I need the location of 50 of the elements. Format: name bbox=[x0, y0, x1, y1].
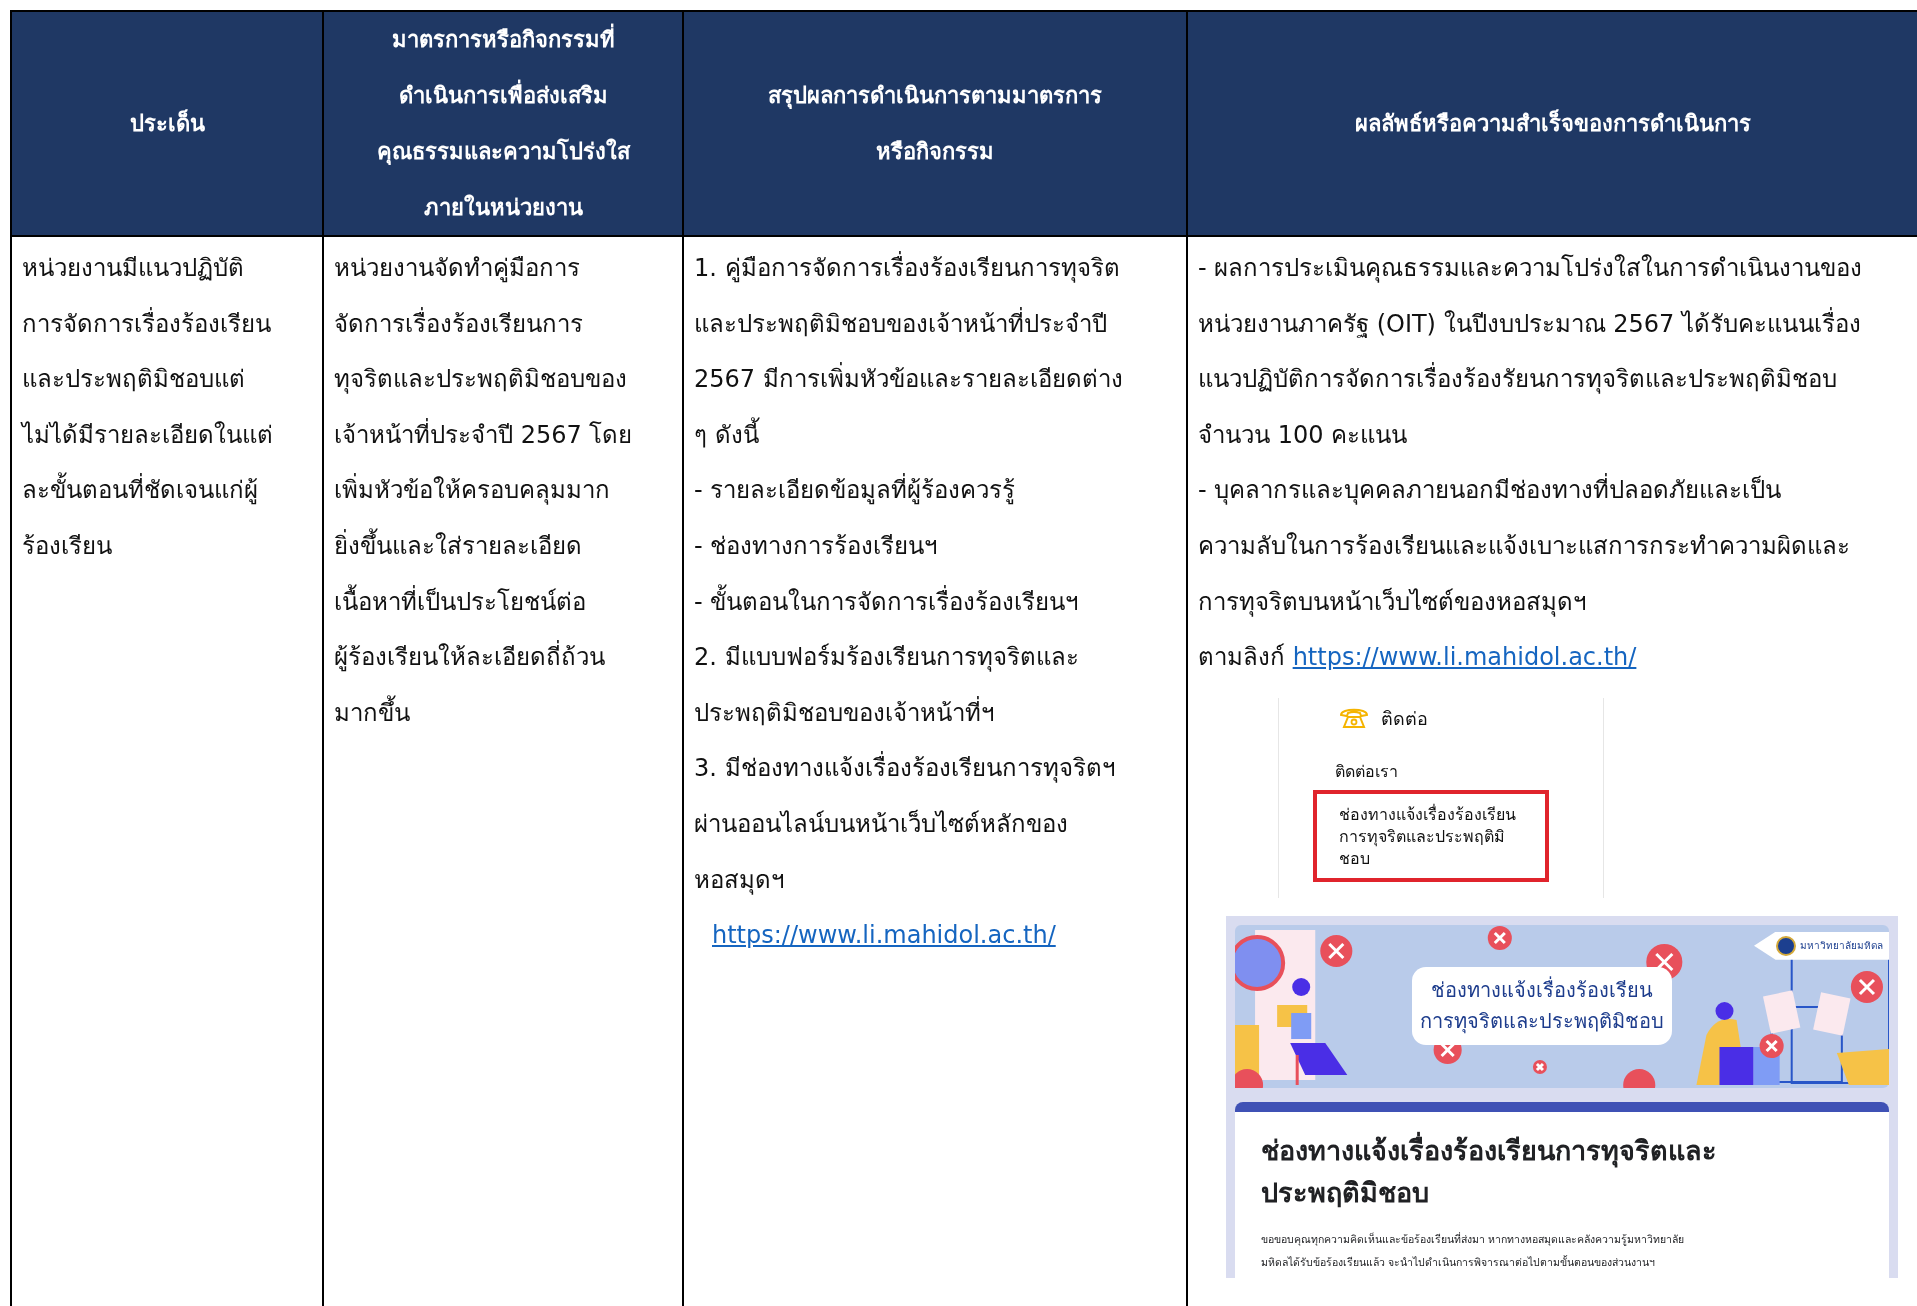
phone-icon bbox=[1339, 706, 1369, 731]
text-line: หน่วยงานจัดทำคู่มือการ bbox=[334, 253, 580, 285]
link[interactable]: https://www.li.mahidol.ac.th/ bbox=[712, 921, 1056, 950]
form-description: ขอขอบคุณทุกความคิดเห็นและข้อร้องเรียนที่ส่งมา หากทางหอสมุดและคลังความรู้มหาวิทยาลัย มหิดลได้รับข้อร้องเรียนแล้ว จะนำไปดำเนินการพิจารณาต่อไปตามขั้นตอนของส่วนงานฯ bbox=[1261, 1231, 1686, 1270]
text-line: การทุจริตบนหน้าเว็บไซต์ของหอสมุดฯ bbox=[1198, 586, 1586, 619]
text-line: ร้องเรียน bbox=[22, 530, 112, 562]
complaint-channel-link[interactable]: ช่องทางแจ้งเรื่องร้องเรียน การทุจริตและประพฤติมิ ชอบ bbox=[1313, 789, 1549, 882]
text-line: เจ้าหน้าที่ประจำปี 2567 โดย bbox=[334, 417, 633, 451]
text-line: - ช่องทางการร้องเรียนฯ bbox=[694, 530, 938, 562]
text-line: - บุคลากรและบุคคลภายนอกมีช่องทางที่ปลอดภัยและเป็น bbox=[1198, 463, 1782, 519]
text-line: ๆ ดังนี้ bbox=[694, 407, 759, 464]
text-line: มากขึ้น bbox=[334, 685, 410, 742]
contact-subheading: ติดต่อเรา bbox=[1334, 760, 1399, 783]
text-line: จำนวน 100 คะแนน bbox=[1198, 419, 1408, 451]
header-cell: สรุปผลการดำเนินการตามมาตรการ หรือกิจกรรม bbox=[684, 12, 1188, 237]
contact-heading: ติดต่อ bbox=[1381, 706, 1428, 731]
banner-title-card: ช่องทางแจ้งเรื่องร้องเรียน การทุจริตและประพฤติมิชอบ bbox=[1412, 967, 1672, 1046]
text-line: 2567 มีการเพิ่มหัวข้อและรายละเอียดต่าง bbox=[694, 352, 1123, 408]
text-line: เนื้อหาที่เป็นประโยชน์ต่อ bbox=[334, 574, 586, 631]
text-line: ทุจริตและประพฤติมิชอบของ bbox=[334, 364, 627, 396]
text-line: หน่วยงานภาครัฐ (OIT) ในปีงบประมาณ 2567 ได้รับคะแนนเรื่อง bbox=[1198, 306, 1861, 340]
text-line: ละขั้นตอนที่ชัดเจนแก่ผู้ bbox=[22, 463, 258, 519]
header-cell: ผลลัพธ์หรือความสำเร็จของการดำเนินการ bbox=[1188, 12, 1917, 237]
text-line: หอสมุดฯ bbox=[694, 864, 784, 897]
text-line: - รายละเอียดข้อมูลที่ผู้ร้องควรรู้ bbox=[694, 463, 1016, 519]
text-line: และประพฤติมิชอบแต่ bbox=[22, 364, 245, 396]
text-line: ผู้ร้องเรียนให้ละเอียดถี่ถ้วน bbox=[334, 630, 605, 686]
text-line: 3. มีช่องทางแจ้งเรื่องร้องเรียนการทุจริตฯ bbox=[694, 741, 1115, 797]
text-line: ยิ่งขึ้นและใส่รายละเอียด bbox=[334, 518, 582, 575]
text-line: จัดการเรื่องร้องเรียนการ bbox=[334, 306, 583, 340]
text-line: เพิ่มหัวข้อให้ครอบคลุมมาก bbox=[334, 463, 610, 519]
text-line: 1. คู่มือการจัดการเรื่องร้องเรียนการทุจริต bbox=[694, 241, 1120, 297]
text-line: - ขั้นตอนในการจัดการเรื่องร้องเรียนฯ bbox=[694, 574, 1079, 631]
link[interactable]: https://www.li.mahidol.ac.th/ bbox=[1292, 643, 1637, 672]
text-line: 2. มีแบบฟอร์มร้องเรียนการทุจริตและ bbox=[694, 642, 1079, 674]
text-line: การจัดการเรื่องร้องเรียน bbox=[22, 306, 271, 340]
text-line: หน่วยงานมีแนวปฏิบัติ bbox=[22, 253, 244, 284]
text-line: แนวปฏิบัติการจัดการเรื่องร้องรัยนการทุจริตและประพฤติมิชอบ bbox=[1198, 352, 1837, 408]
header-cell: ประเด็น bbox=[12, 12, 324, 237]
text-line: ไม่ได้มีรายละเอียดในแต่ bbox=[22, 419, 273, 451]
header-cell: มาตรการหรือกิจกรรมที่ ดำเนินการเพื่อส่งเสริม คุณธรรมและความโปร่งใส ภายในหน่วยงาน bbox=[324, 12, 684, 237]
logo-text: มหาวิทยาลัยมหิดล bbox=[1800, 939, 1883, 954]
text-line: ผ่านออนไลน์บนหน้าเว็บไซต์หลักของ bbox=[694, 808, 1068, 840]
form-title: ช่องทางแจ้งเรื่องร้องเรียนการทุจริตและ ประพฤติมิชอบ bbox=[1261, 1131, 1718, 1210]
link-label: ตามลิงก์ bbox=[1198, 643, 1285, 672]
text-line: ประพฤติมิชอบของเจ้าหน้าที่ฯ bbox=[694, 695, 994, 729]
text-line: และประพฤติมิชอบของเจ้าหน้าที่ประจำปี bbox=[694, 306, 1107, 340]
text-line: - ผลการประเมินคุณธรรมและความโปร่งใสในการดำเนินงานของ bbox=[1198, 253, 1863, 285]
emblem-icon bbox=[1776, 935, 1796, 956]
text-line: ความลับในการร้องเรียนและแจ้งเบาะแสการกระทำความผิดและ bbox=[1198, 530, 1850, 562]
